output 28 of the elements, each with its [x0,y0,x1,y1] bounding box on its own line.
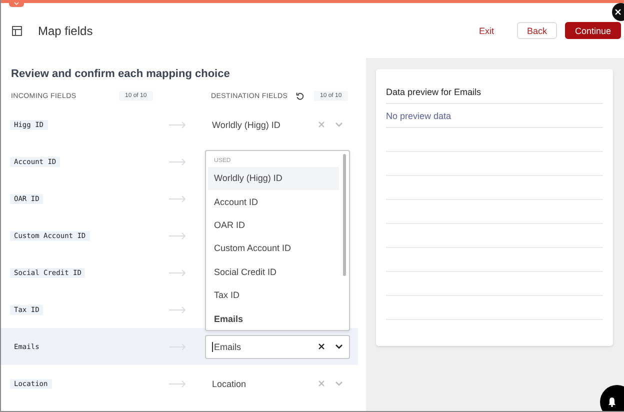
arrow-icon [169,306,187,314]
bell-icon [608,397,616,407]
reset-icon[interactable] [296,92,304,100]
chevron-down-icon [14,2,19,5]
empty-message: No preview data [386,104,603,128]
preview-title: Data preview for Emails [386,79,603,104]
dropdown-option[interactable]: Social Credit ID [208,260,339,284]
window-title: Map fields [38,24,94,38]
arrow-icon [169,120,187,128]
exit-link[interactable]: Exit [470,22,503,39]
dropdown-option[interactable]: Emails [208,306,339,330]
continue-button[interactable]: Continue [564,22,621,39]
clear-icon[interactable] [318,343,325,350]
dropdown-option[interactable]: Worldly (Higg) ID [208,166,339,190]
section-heading: Review and confirm each mapping choice [10,68,231,82]
table-icon [12,26,22,36]
arrow-icon [169,380,187,388]
arrow-icon [169,232,187,240]
arrow-icon [169,194,187,202]
scrollbar[interactable] [343,154,346,276]
arrow-icon [169,158,187,166]
collapse-tab[interactable] [9,0,24,7]
back-button[interactable]: Back [516,22,557,39]
dropdown-option[interactable]: Account ID [208,190,339,214]
arrow-icon [169,268,187,276]
close-icon [615,9,621,15]
chevron-down-icon[interactable] [335,344,343,349]
destination-select[interactable]: Emails [205,334,350,358]
